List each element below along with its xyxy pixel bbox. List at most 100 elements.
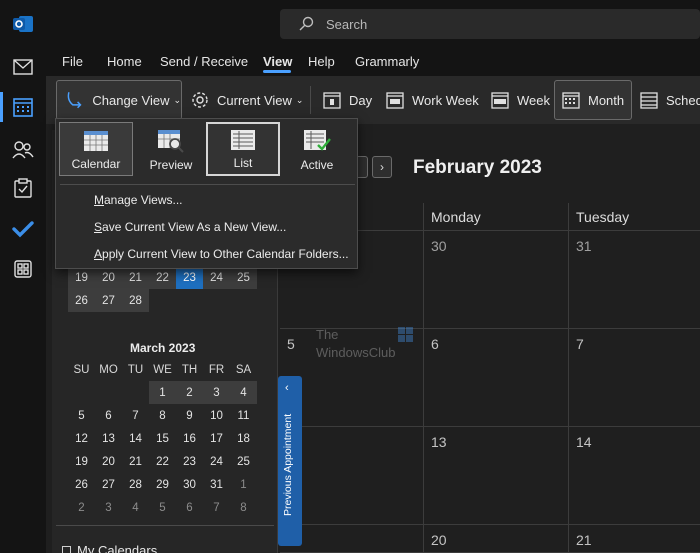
- menu-bar: File Home Send / Receive View Help Gramm…: [46, 46, 700, 76]
- mini-day[interactable]: 7: [122, 404, 149, 427]
- mini-day-empty: [95, 381, 122, 404]
- mini-day[interactable]: 5: [149, 496, 176, 519]
- day-cell[interactable]: 14: [568, 427, 700, 525]
- manage-views-menu-item[interactable]: Manage Views...: [94, 193, 183, 207]
- mail-icon[interactable]: [8, 52, 38, 82]
- view-tile-calendar[interactable]: Calendar: [59, 122, 133, 176]
- view-tile-active[interactable]: Active: [280, 122, 354, 176]
- mini-day[interactable]: 12: [68, 427, 95, 450]
- mini-day[interactable]: 31: [203, 473, 230, 496]
- mini-day[interactable]: 29: [149, 473, 176, 496]
- mini-day[interactable]: 21: [122, 266, 149, 289]
- mini-day[interactable]: 26: [68, 473, 95, 496]
- current-view-button[interactable]: Current View ⌄: [191, 80, 303, 120]
- mini-day[interactable]: 22: [149, 450, 176, 473]
- mini-day[interactable]: 26: [68, 289, 95, 312]
- mini-day[interactable]: 23: [176, 450, 203, 473]
- previous-appointment-label: Previous Appointment: [282, 413, 294, 516]
- tab-grammarly[interactable]: Grammarly: [355, 54, 419, 69]
- day-cell[interactable]: 21: [568, 525, 700, 553]
- mini-day-empty: [68, 381, 95, 404]
- tab-home[interactable]: Home: [107, 54, 142, 69]
- mini-day[interactable]: 11: [230, 404, 257, 427]
- mini-day[interactable]: 19: [68, 266, 95, 289]
- view-tile-preview[interactable]: Preview: [134, 122, 208, 176]
- apply-current-view-menu-item[interactable]: Apply Current View to Other Calendar Fol…: [94, 247, 349, 261]
- mini-day[interactable]: 6: [95, 404, 122, 427]
- mini-day[interactable]: 24: [203, 266, 230, 289]
- mini-day[interactable]: 5: [68, 404, 95, 427]
- mini-day[interactable]: 3: [95, 496, 122, 519]
- search-input[interactable]: Search: [280, 9, 700, 39]
- apps-icon[interactable]: [8, 254, 38, 284]
- day-cell[interactable]: 31: [568, 231, 700, 329]
- view-tile-list[interactable]: List: [206, 122, 280, 176]
- mini-day[interactable]: 8: [230, 496, 257, 519]
- mini-day[interactable]: 13: [95, 427, 122, 450]
- tab-help[interactable]: Help: [308, 54, 335, 69]
- day-cell[interactable]: 7: [568, 329, 700, 427]
- mini-day[interactable]: 2: [176, 381, 203, 404]
- mini-day[interactable]: 7: [203, 496, 230, 519]
- day-cell[interactable]: 20: [423, 525, 568, 553]
- mini-day[interactable]: 9: [176, 404, 203, 427]
- mini-day[interactable]: 1: [149, 381, 176, 404]
- mini-day[interactable]: 28: [122, 289, 149, 312]
- chevron-down-icon: ⌄: [173, 94, 181, 105]
- pane-divider: [56, 525, 274, 526]
- mini-day[interactable]: 4: [230, 381, 257, 404]
- mini-day[interactable]: 30: [176, 473, 203, 496]
- mini-day[interactable]: 28: [122, 473, 149, 496]
- schedule-view-button[interactable]: Sched: [640, 80, 700, 120]
- mini-day[interactable]: 27: [95, 289, 122, 312]
- mini-day[interactable]: 25: [230, 450, 257, 473]
- mini-day[interactable]: 10: [203, 404, 230, 427]
- change-view-label: Change View: [92, 92, 170, 108]
- tasks-icon[interactable]: [8, 173, 38, 203]
- mini-day[interactable]: 17: [203, 427, 230, 450]
- mini-day[interactable]: 3: [203, 381, 230, 404]
- outlook-logo-icon[interactable]: [8, 9, 38, 39]
- todo-icon[interactable]: [8, 214, 38, 244]
- mini-day[interactable]: 20: [95, 450, 122, 473]
- day-cell[interactable]: 30: [423, 231, 568, 329]
- mini-day[interactable]: 27: [95, 473, 122, 496]
- next-month-button[interactable]: ›: [372, 156, 392, 178]
- mini-day[interactable]: 14: [122, 427, 149, 450]
- mini-day[interactable]: 24: [203, 450, 230, 473]
- mini-day[interactable]: 19: [68, 450, 95, 473]
- accelerator-key: A: [94, 247, 103, 261]
- my-calendars-group[interactable]: My Calendars: [62, 543, 157, 553]
- change-view-button[interactable]: Change View ⌄: [56, 80, 182, 120]
- mini-day[interactable]: 25: [230, 266, 257, 289]
- day-cell[interactable]: 13: [423, 427, 568, 525]
- day-view-button[interactable]: Day: [323, 80, 372, 120]
- mini-day[interactable]: 21: [122, 450, 149, 473]
- mini-day[interactable]: 16: [176, 427, 203, 450]
- gear-icon: [192, 92, 208, 108]
- mini-day-empty: [122, 381, 149, 404]
- day-number: 5: [287, 336, 295, 352]
- tab-view[interactable]: View: [263, 54, 292, 69]
- work-week-view-button[interactable]: Work Week: [386, 80, 479, 120]
- previous-appointment-tab[interactable]: ‹ Previous Appointment: [278, 376, 302, 546]
- mini-day[interactable]: 22: [149, 266, 176, 289]
- mini-day[interactable]: 4: [122, 496, 149, 519]
- tab-file[interactable]: File: [62, 54, 83, 69]
- day-cell[interactable]: 6: [423, 329, 568, 427]
- tab-send-receive[interactable]: Send / Receive: [160, 54, 248, 69]
- people-icon[interactable]: [8, 135, 38, 165]
- mini-day-today[interactable]: 23: [176, 266, 203, 289]
- mini-day[interactable]: 20: [95, 266, 122, 289]
- mini-day[interactable]: 15: [149, 427, 176, 450]
- mini-day[interactable]: 6: [176, 496, 203, 519]
- mini-day[interactable]: 2: [68, 496, 95, 519]
- ribbon: Change View ⌄ Current View ⌄ Day Work We…: [46, 76, 700, 124]
- week-view-button[interactable]: Week: [491, 80, 550, 120]
- mini-day[interactable]: 18: [230, 427, 257, 450]
- calendar-icon[interactable]: [8, 92, 38, 122]
- month-view-button[interactable]: Month: [554, 80, 632, 120]
- save-current-view-menu-item[interactable]: Save Current View As a New View...: [94, 220, 286, 234]
- mini-day[interactable]: 1: [230, 473, 257, 496]
- mini-day[interactable]: 8: [149, 404, 176, 427]
